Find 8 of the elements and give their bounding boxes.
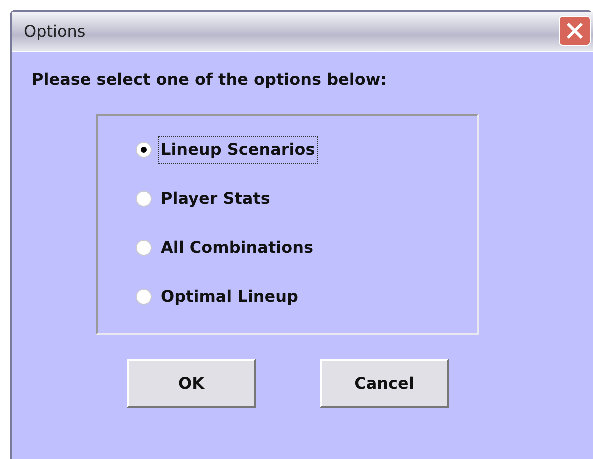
option-label[interactable]: All Combinations	[158, 234, 316, 262]
window-title: Options	[24, 20, 86, 42]
option-label[interactable]: Player Stats	[158, 185, 274, 213]
prompt-text: Please select one of the options below:	[32, 69, 388, 91]
option-label[interactable]: Lineup Scenarios	[158, 136, 318, 164]
cancel-button[interactable]: Cancel	[320, 359, 449, 408]
ok-button[interactable]: OK	[127, 359, 256, 408]
option-label[interactable]: Optimal Lineup	[158, 283, 302, 311]
